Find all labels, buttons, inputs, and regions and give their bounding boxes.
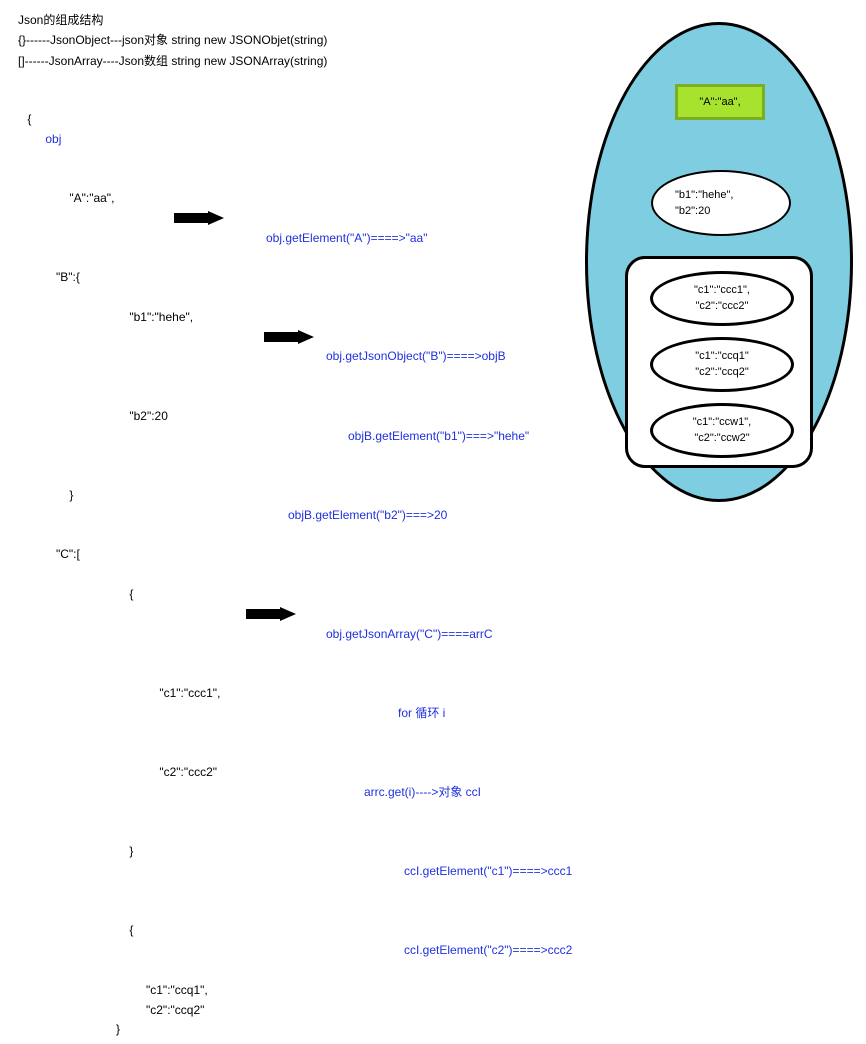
close-b: } [69, 488, 73, 502]
c1-2: "c2":"ccc2" [159, 765, 217, 779]
arrow-icon [264, 290, 314, 304]
c-item-1-l2: "c2":"ccc2" [696, 299, 749, 314]
c-item-3: "c1":"ccw1", "c2":"ccw2" [650, 403, 794, 458]
arrow-icon [246, 567, 296, 581]
c-open-1: { [129, 587, 133, 601]
open-brace: { [27, 112, 31, 126]
c-item-2-l2: "c2":"ccq2" [695, 365, 749, 380]
code-a: "A":"aa", [69, 191, 114, 205]
code-b1: "b1":"hehe", [129, 310, 193, 324]
c-item-3-l1: "c1":"ccw1", [693, 415, 751, 430]
c-close-2: } [116, 1022, 120, 1036]
code-b2: "b2":20 [129, 409, 168, 423]
c-item-2-l1: "c1":"ccq1" [695, 349, 749, 364]
note-a: obj.getElement("A")====>"aa" [266, 229, 427, 249]
code-b-key: "B":{ [56, 270, 80, 284]
b-ellipse: "b1":"hehe", "b2":20 [651, 170, 791, 236]
c-item-1-l1: "c1":"ccc1", [694, 283, 750, 298]
note-c-loop: for 循环 i [398, 704, 445, 724]
diagram: "A":"aa", "b1":"hehe", "b2":20 "c1":"ccc… [585, 22, 853, 512]
note-c-get: arrc.get(i)---->对象 ccI [364, 783, 481, 803]
note-c-get2: ccI.getElement("c2")====>ccc2 [404, 941, 572, 961]
c-item-3-l2: "c2":"ccw2" [694, 431, 749, 446]
code-c-key: "C":[ [56, 547, 80, 561]
a-box-text: "A":"aa", [699, 96, 740, 108]
b-ellipse-l2: "b2":20 [675, 203, 710, 220]
note-c: obj.getJsonArray("C")====arrC [326, 625, 493, 645]
c-item-2: "c1":"ccq1" "c2":"ccq2" [650, 337, 794, 392]
arrow-icon [174, 171, 224, 185]
c2-2: "c2":"ccq2" [146, 1003, 204, 1017]
c1-1: "c1":"ccc1", [159, 686, 220, 700]
note-b2: objB.getElement("b2")===>20 [288, 506, 447, 526]
c-open-2: { [129, 923, 133, 937]
c-open-3: { [116, 1042, 120, 1044]
code-column: { obj "A":"aa", obj.getElement("A")====>… [14, 90, 584, 1044]
obj-label: obj [45, 132, 61, 146]
c-array-box: "c1":"ccc1", "c2":"ccc2" "c1":"ccq1" "c2… [625, 256, 813, 468]
note-c-get1: ccI.getElement("c1")====>ccc1 [404, 862, 572, 882]
c2-1: "c1":"ccq1", [146, 983, 208, 997]
a-box: "A":"aa", [675, 84, 765, 120]
b-ellipse-l1: "b1":"hehe", [675, 187, 733, 204]
c-item-1: "c1":"ccc1", "c2":"ccc2" [650, 271, 794, 326]
note-b1: objB.getElement("b1")===>"hehe" [348, 427, 529, 447]
c-close-1: } [129, 844, 133, 858]
note-b: obj.getJsonObject("B")====>objB [326, 347, 506, 367]
